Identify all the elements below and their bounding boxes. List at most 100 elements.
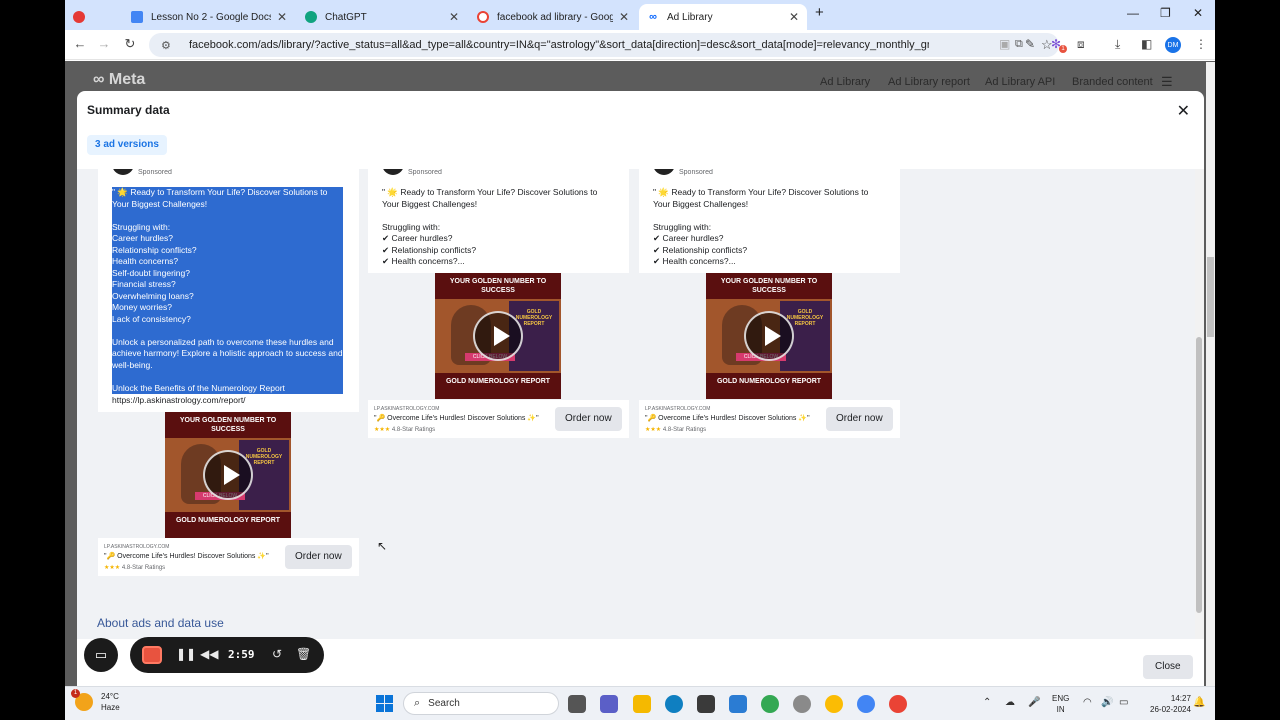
nav-ad-library-report[interactable]: Ad Library report: [888, 76, 970, 88]
tab-ad-library[interactable]: ∞ Ad Library ✕: [639, 4, 807, 30]
ad-body-text[interactable]: " 🌟 Ready to Transform Your Life? Discov…: [112, 187, 343, 394]
file-explorer-icon[interactable]: [633, 695, 651, 713]
ad-text-line: Overwhelming loans?: [112, 290, 194, 301]
ad-video-thumbnail[interactable]: YOUR GOLDEN NUMBER TO SUCCESS GOLD NUMER…: [706, 273, 832, 399]
ad-text-line: Your Biggest Challenges!: [112, 198, 208, 209]
edge-icon[interactable]: [665, 695, 683, 713]
search-placeholder: Search: [428, 698, 460, 709]
download-icon[interactable]: ⤓: [1115, 37, 1120, 52]
reload-icon[interactable]: ↻: [121, 36, 139, 52]
link-domain: LP.ASKINASTROLOGY.COM: [104, 544, 170, 550]
order-now-button[interactable]: Order now: [555, 407, 622, 431]
tab-chatgpt[interactable]: ChatGPT ✕: [297, 4, 467, 30]
code-extension-icon[interactable]: ▣: [999, 37, 1010, 51]
window-close-button[interactable]: ✕: [1193, 6, 1203, 20]
close-icon[interactable]: ✕: [1177, 101, 1190, 121]
system-clock[interactable]: 14:27 26-02-2024: [1150, 693, 1191, 715]
mouse-cursor-icon: ↖: [377, 539, 388, 553]
store-icon[interactable]: [697, 695, 715, 713]
page-scrollbar[interactable]: [1206, 62, 1215, 686]
menu-kebab-icon[interactable]: ⋮: [1195, 37, 1207, 51]
meta-icon: ∞: [649, 11, 657, 23]
ad-versions-list: Sponsored " 🌟 Ready to Transform Your Li…: [77, 169, 1195, 639]
microphone-icon[interactable]: 🎤: [1028, 697, 1040, 708]
onedrive-icon[interactable]: ☁: [1005, 697, 1015, 708]
nav-ad-library-api[interactable]: Ad Library API: [985, 76, 1055, 88]
chatgpt-icon: [305, 11, 317, 23]
tab-google-search[interactable]: facebook ad library - Google Se ✕: [469, 4, 637, 30]
ad-versions-badge[interactable]: 3 ad versions: [87, 135, 167, 155]
weather-widget[interactable]: 1 24°C Haze: [71, 689, 120, 713]
ad-link-footer[interactable]: LP.ASKINASTROLOGY.COM "🔑 Overcome Life's…: [98, 538, 359, 576]
forward-icon[interactable]: →: [95, 36, 113, 51]
notification-bell-icon[interactable]: 🔔: [1193, 697, 1205, 708]
ad-link-footer[interactable]: LP.ASKINASTROLOGY.COM "🔑 Overcome Life's…: [639, 400, 900, 438]
ad-video-thumbnail[interactable]: YOUR GOLDEN NUMBER TO SUCCESS GOLD NUMER…: [165, 412, 291, 538]
restart-icon[interactable]: ↺: [272, 647, 282, 661]
close-icon[interactable]: ✕: [619, 10, 629, 24]
hamburger-menu-icon[interactable]: ☰: [1161, 74, 1173, 90]
ad-link-footer[interactable]: LP.ASKINASTROLOGY.COM "🔑 Overcome Life's…: [368, 400, 629, 438]
modal-scrollbar[interactable]: [1195, 169, 1204, 639]
address-bar[interactable]: ⚙ facebook.com/ads/library/?active_statu…: [149, 33, 1059, 57]
chrome-icon[interactable]: [761, 695, 779, 713]
close-icon[interactable]: ✕: [449, 10, 459, 24]
camera-toggle-button[interactable]: ▭: [84, 638, 118, 672]
back-icon[interactable]: ←: [71, 36, 89, 51]
trash-icon[interactable]: 🗑: [296, 647, 311, 661]
language-indicator[interactable]: ENG IN: [1052, 693, 1069, 715]
puzzle-color-extension-icon[interactable]: ✻ 1: [1051, 37, 1067, 53]
eyedropper-extension-icon[interactable]: ✎: [1025, 37, 1035, 51]
ad-text-line: Self-doubt lingering?: [112, 267, 190, 278]
sponsored-label: Sponsored: [408, 169, 442, 176]
nav-branded-content[interactable]: Branded content: [1072, 76, 1153, 88]
about-ads-link[interactable]: About ads and data use: [97, 616, 224, 630]
start-button[interactable]: [376, 695, 393, 712]
order-now-button[interactable]: Order now: [826, 407, 893, 431]
nav-ad-library[interactable]: Ad Library: [820, 76, 870, 88]
meta-logo[interactable]: ∞ Meta: [93, 71, 145, 89]
battery-icon[interactable]: ▭: [1119, 697, 1128, 708]
todo-icon[interactable]: [729, 695, 747, 713]
profile-avatar[interactable]: DM: [1165, 37, 1181, 53]
ad-text-line: " 🌟 Ready to Transform Your Life? Discov…: [382, 187, 598, 197]
stop-recording-button[interactable]: [142, 646, 162, 664]
play-icon[interactable]: [744, 311, 794, 361]
link-title: "🔑 Overcome Life's Hurdles! Discover Sol…: [645, 415, 810, 422]
teams-icon[interactable]: [600, 695, 618, 713]
close-button[interactable]: Close: [1143, 655, 1193, 679]
extensions-icon[interactable]: ⧈: [1077, 37, 1085, 52]
ad-body-text[interactable]: " 🌟 Ready to Transform Your Life? Discov…: [382, 187, 597, 268]
task-view-icon[interactable]: [568, 695, 586, 713]
play-icon[interactable]: [203, 450, 253, 500]
play-icon[interactable]: [473, 311, 523, 361]
install-app-icon[interactable]: ⧉: [1015, 38, 1023, 51]
chevron-up-icon[interactable]: ⌃: [983, 697, 991, 708]
ad-body-text[interactable]: " 🌟 Ready to Transform Your Life? Discov…: [653, 187, 868, 268]
close-icon[interactable]: ✕: [277, 10, 287, 24]
site-info-icon[interactable]: ⚙: [161, 39, 177, 52]
close-icon[interactable]: ✕: [789, 10, 799, 24]
settings-icon[interactable]: [793, 695, 811, 713]
ad-url-text[interactable]: https://lp.askinastrology.com/report/: [112, 395, 246, 407]
chrome-active-icon[interactable]: [857, 695, 875, 713]
wifi-icon[interactable]: ◠: [1083, 697, 1092, 708]
ad-video-thumbnail[interactable]: YOUR GOLDEN NUMBER TO SUCCESS GOLD NUMER…: [435, 273, 561, 399]
maximize-button[interactable]: ❐: [1160, 6, 1171, 20]
new-tab-button[interactable]: +: [815, 4, 824, 21]
meta-header: ∞ Meta Ad Library Ad Library report Ad L…: [65, 61, 1215, 91]
scrollbar-thumb[interactable]: [1196, 337, 1202, 613]
ad-text-line: Unlock the Benefits of the Numerology Re…: [112, 382, 285, 393]
order-now-button[interactable]: Order now: [285, 545, 352, 569]
minimize-button[interactable]: —: [1127, 6, 1139, 20]
rewind-icon[interactable]: ◀◀: [200, 647, 218, 661]
tab-recording[interactable]: [65, 4, 105, 30]
chrome-profile-icon[interactable]: [825, 695, 843, 713]
side-panel-icon[interactable]: ◧: [1141, 37, 1152, 51]
chrome-alt-icon[interactable]: [889, 695, 907, 713]
pause-icon[interactable]: ❚❚: [176, 647, 196, 661]
page-scrollbar-thumb[interactable]: [1207, 257, 1214, 337]
tab-google-docs[interactable]: Lesson No 2 - Google Docs ✕: [123, 4, 295, 30]
volume-icon[interactable]: 🔊: [1101, 697, 1113, 708]
taskbar-search[interactable]: ⌕ Search: [403, 692, 559, 715]
